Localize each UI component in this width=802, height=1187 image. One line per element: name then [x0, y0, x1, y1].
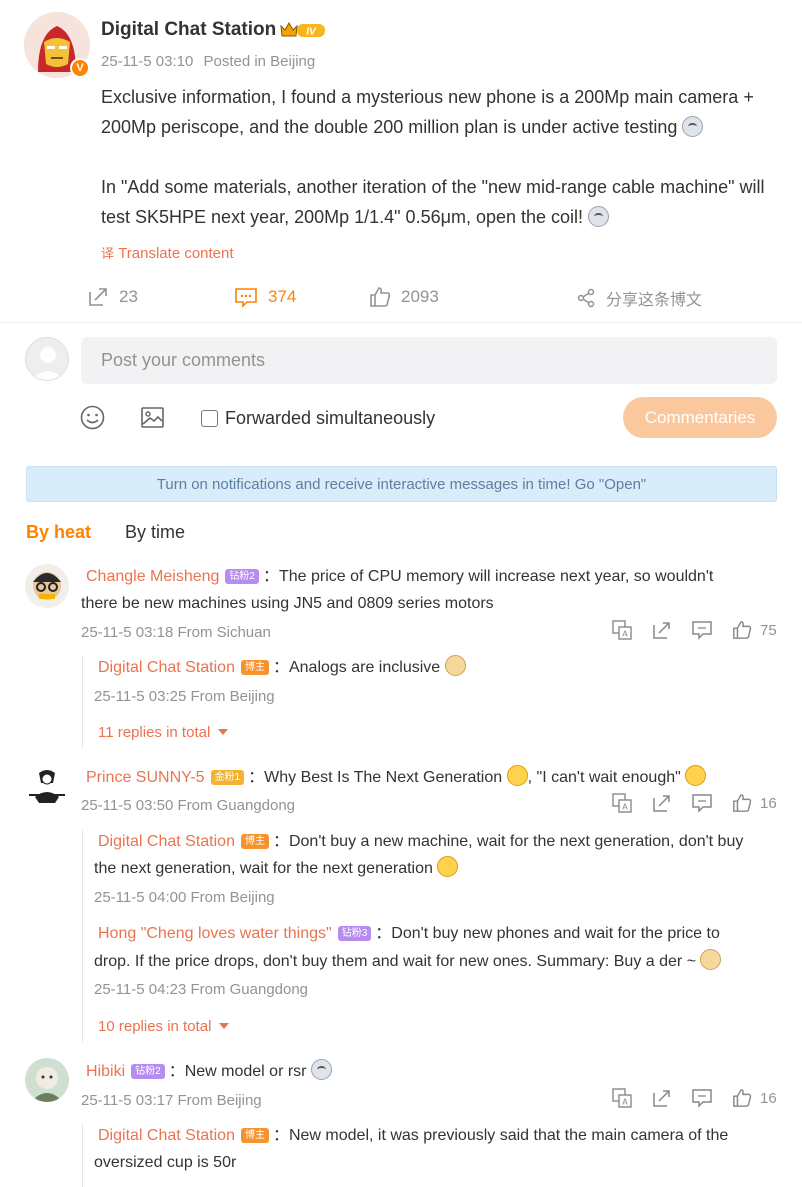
- translate-icon: 译: [101, 246, 115, 261]
- comment-meta: 25-11-5 03:17 From Beijing: [81, 1092, 262, 1109]
- notification-banner[interactable]: Turn on notifications and receive intera…: [26, 466, 777, 502]
- tab-by-time[interactable]: By time: [125, 522, 185, 543]
- smile-emoji-icon: [437, 856, 459, 877]
- share-button[interactable]: 分享这条博文: [576, 286, 702, 310]
- fan-badge: 钻粉2: [225, 569, 259, 584]
- cry-emoji-icon: [682, 116, 704, 137]
- tab-by-heat[interactable]: By heat: [26, 522, 91, 543]
- svg-text:A: A: [622, 1098, 628, 1107]
- reply-text: Digital Chat Station 博主 ：New model, it was…: [98, 1127, 729, 1144]
- repost-button[interactable]: 23: [87, 286, 138, 308]
- forward-checkbox[interactable]: Forwarded simultaneously: [201, 408, 435, 429]
- comment-text: Changle Meisheng 钻粉2 ：The price of CPU mem…: [86, 568, 714, 585]
- translate-icon[interactable]: A: [612, 1088, 632, 1108]
- translate-button[interactable]: 译 Translate content: [101, 243, 234, 262]
- comment-icon[interactable]: [692, 1088, 712, 1108]
- repost-icon[interactable]: [652, 793, 672, 813]
- comment-like-button[interactable]: 16: [732, 793, 777, 813]
- comment-text-cont: there be new machines using JN5 and 0809…: [81, 595, 494, 612]
- comment-actions: A 75: [612, 620, 777, 640]
- comment-input[interactable]: [81, 337, 777, 384]
- reply-text-cont: drop. If the price drops, don't buy them…: [94, 948, 722, 975]
- post-location: Posted in Beijing: [203, 53, 316, 70]
- comment-icon[interactable]: [692, 620, 712, 640]
- translate-icon[interactable]: A: [612, 620, 632, 640]
- cry-emoji-icon: [588, 206, 610, 227]
- post-paragraph-2: In "Add some materials, another iteratio…: [101, 177, 765, 227]
- commenter-name[interactable]: Changle Meisheng: [86, 568, 219, 585]
- replier-name[interactable]: Digital Chat Station: [98, 1127, 235, 1144]
- comment-text: Prince SUNNY-5 金粉1 ：Why Best Is The Next G…: [86, 764, 776, 791]
- commenter-avatar[interactable]: [25, 564, 69, 608]
- user-avatar[interactable]: [25, 337, 69, 381]
- share-icon: [577, 288, 595, 308]
- reply-meta: 25-11-5 04:00 From Beijing: [94, 889, 275, 906]
- reply-text: Digital Chat Station 博主 ：Analogs are inclu…: [98, 654, 466, 681]
- level-badge: IV: [279, 20, 329, 45]
- commenter-avatar[interactable]: [25, 765, 69, 809]
- comment-actions: A 16: [612, 793, 777, 813]
- translate-icon[interactable]: A: [612, 793, 632, 813]
- post-meta: 25-11-5 03:10 Posted in Beijing: [101, 53, 321, 70]
- reply-thread-line: [82, 1124, 83, 1187]
- reply-meta: 25-11-5 04:23 From Guangdong: [94, 981, 309, 998]
- emoji-picker-icon[interactable]: [80, 405, 105, 435]
- divider: [0, 322, 802, 323]
- repost-icon: [89, 288, 107, 306]
- dog-emoji-icon: [700, 949, 722, 970]
- reply-text-cont: oversized cup is 50r: [94, 1154, 237, 1171]
- repost-icon[interactable]: [652, 620, 672, 640]
- comment-button[interactable]: 374: [234, 286, 296, 308]
- like-button[interactable]: 2093: [369, 286, 439, 308]
- laugh-cry-emoji-icon: [685, 765, 707, 786]
- thumbs-up-icon: [733, 1089, 752, 1107]
- replier-name[interactable]: Digital Chat Station: [98, 659, 235, 676]
- svg-text:A: A: [622, 630, 628, 639]
- more-replies-link[interactable]: 11 replies in total: [98, 724, 228, 741]
- more-replies-link[interactable]: 10 replies in total: [98, 1018, 229, 1035]
- comment-actions: A 16: [612, 1088, 777, 1108]
- svg-text:IV: IV: [306, 27, 317, 38]
- commenter-avatar[interactable]: [25, 1058, 69, 1102]
- comment-like-button[interactable]: 75: [732, 620, 777, 640]
- thumbs-up-icon: [370, 287, 391, 307]
- repost-icon[interactable]: [652, 1088, 672, 1108]
- commenter-name[interactable]: Prince SUNNY-5: [86, 769, 205, 786]
- svg-text:A: A: [622, 803, 628, 812]
- reply-thread-line: [82, 656, 83, 748]
- comment-icon[interactable]: [692, 793, 712, 813]
- reply-text: Digital Chat Station 博主 ：Don't buy a new m…: [98, 833, 744, 850]
- commenter-name[interactable]: Hibiki: [86, 1063, 125, 1080]
- verified-badge: V: [70, 58, 90, 78]
- comment-text: Hibiki 钻粉2 ：New model or rsr: [86, 1058, 776, 1085]
- cry-emoji-icon: [310, 1059, 332, 1080]
- fan-badge: 金粉1: [210, 770, 245, 785]
- reply-thread-line: [82, 830, 83, 1042]
- checkbox-box[interactable]: [201, 410, 218, 427]
- fan-badge: 钻粉3: [337, 926, 372, 941]
- replier-name[interactable]: Hong "Cheng loves water things": [98, 925, 332, 942]
- post-paragraph-1: Exclusive information, I found a mysteri…: [101, 87, 754, 137]
- comment-icon: [235, 288, 257, 308]
- submit-comment-button[interactable]: Commentaries: [623, 397, 777, 438]
- reply-text-cont: the next generation, wait for the next g…: [94, 855, 459, 882]
- replier-name[interactable]: Digital Chat Station: [98, 833, 235, 850]
- post-author-name[interactable]: Digital Chat Station: [101, 19, 276, 41]
- fan-badge: 钻粉2: [131, 1064, 165, 1079]
- image-upload-icon[interactable]: [140, 405, 165, 435]
- comment-meta: 25-11-5 03:18 From Sichuan: [81, 624, 271, 641]
- thumbs-up-icon: [733, 794, 752, 812]
- thumbs-up-icon: [733, 621, 752, 639]
- post-time[interactable]: 25-11-5 03:10: [101, 53, 193, 70]
- host-badge: 博主: [240, 1128, 269, 1143]
- laugh-cry-emoji-icon: [506, 765, 528, 786]
- comment-like-button[interactable]: 16: [732, 1088, 777, 1108]
- host-badge: 博主: [240, 834, 269, 849]
- reply-text: Hong "Cheng loves water things" 钻粉3 ：Don't…: [98, 925, 720, 942]
- reply-meta: 25-11-5 03:25 From Beijing: [94, 688, 275, 705]
- host-badge: 博主: [240, 660, 269, 675]
- comment-meta: 25-11-5 03:50 From Guangdong: [81, 797, 296, 814]
- dog-emoji-icon: [444, 655, 466, 676]
